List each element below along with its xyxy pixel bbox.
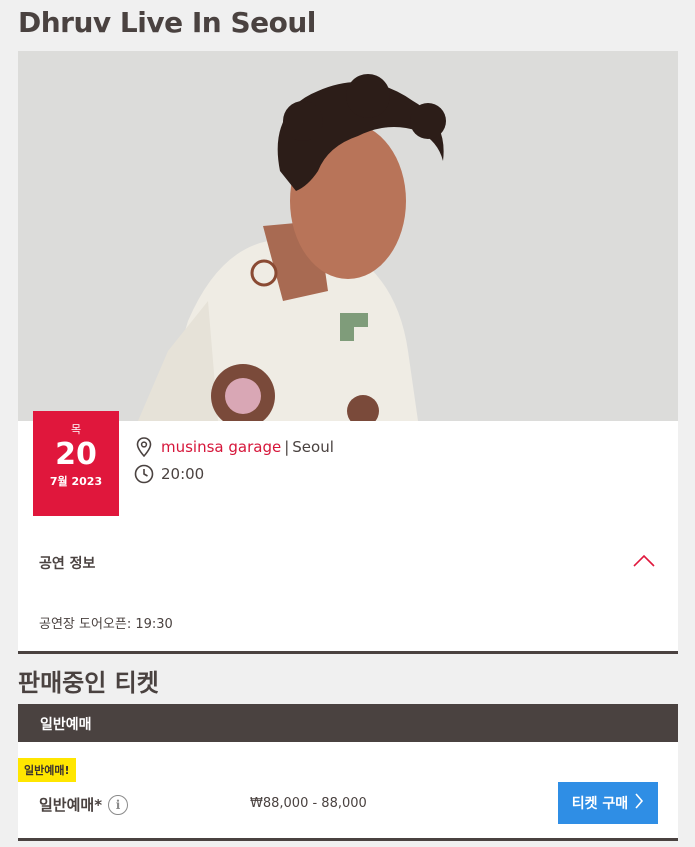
ticket-tab-general[interactable]: 일반예매: [18, 704, 678, 742]
hero-image: [18, 51, 678, 421]
ticket-item: 일반예매! 일반예매* i ₩88,000 - 88,000 티켓 구매: [18, 742, 678, 838]
event-title: Dhruv Live In Seoul: [18, 6, 316, 39]
info-icon[interactable]: i: [108, 794, 129, 815]
section-divider: [18, 651, 678, 654]
event-info-card: 목 20 7월 2023 musinsa garage | Seoul 20:0…: [18, 411, 678, 651]
bottom-divider: [18, 838, 678, 841]
venue-link[interactable]: musinsa garage: [161, 438, 281, 456]
date-day: 20: [55, 437, 97, 472]
ticket-tab-label: 일반예매: [40, 717, 92, 733]
venue-row: musinsa garage | Seoul: [134, 437, 334, 457]
event-time: 20:00: [161, 465, 205, 483]
date-badge: 목 20 7월 2023: [33, 411, 119, 516]
ticket-name-row: 일반예매* i: [39, 794, 129, 815]
time-row: 20:00: [134, 464, 204, 484]
chevron-up-icon[interactable]: [632, 553, 656, 569]
ticket-price: ₩88,000 - 88,000: [250, 796, 367, 811]
buy-ticket-label: 티켓 구매: [571, 796, 629, 812]
ticket-badge: 일반예매!: [18, 758, 76, 782]
location-pin-icon: [134, 437, 154, 457]
venue-separator: |: [284, 438, 290, 456]
venue-city: Seoul: [292, 438, 334, 456]
door-open-text: 공연장 도어오픈: 19:30: [39, 617, 173, 632]
date-month-year: 7월 2023: [49, 475, 103, 488]
tickets-section-title: 판매중인 티켓: [18, 669, 159, 697]
buy-ticket-button[interactable]: 티켓 구매: [558, 782, 658, 824]
clock-icon: [134, 464, 154, 484]
chevron-right-icon: [634, 792, 644, 814]
date-day-of-week: 목: [70, 423, 82, 436]
performance-info-toggle[interactable]: 공연 정보: [39, 553, 95, 573]
ticket-name: 일반예매*: [39, 796, 103, 814]
